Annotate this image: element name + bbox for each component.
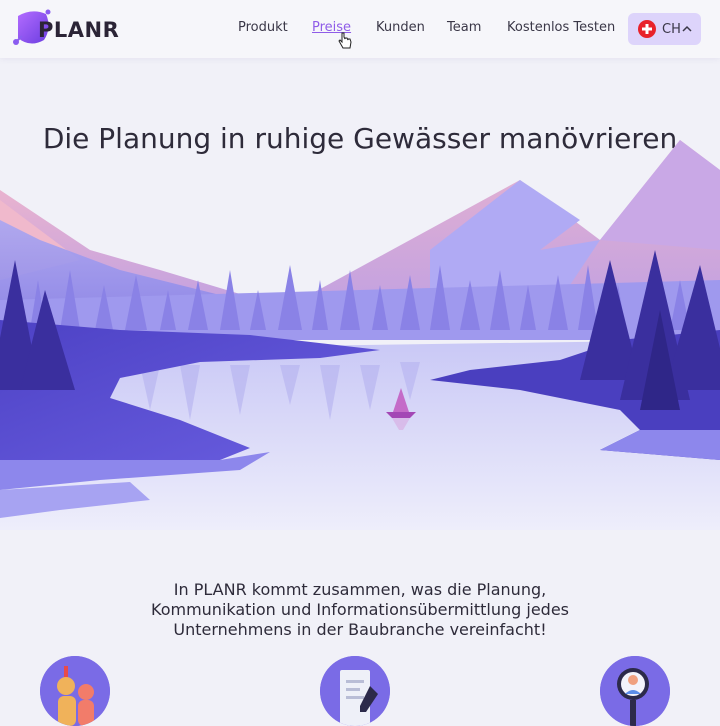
planr-logo[interactable]: PLANR	[8, 4, 119, 52]
team-people-icon	[40, 656, 110, 726]
nav-kunden[interactable]: Kunden	[376, 20, 425, 35]
swiss-flag-icon	[638, 20, 656, 38]
country-label: CH	[662, 22, 681, 37]
chevron-up-icon	[682, 25, 692, 32]
country-selector[interactable]: CH	[628, 13, 701, 45]
hand-cursor-icon	[338, 32, 352, 49]
magnifier-person-icon	[600, 656, 670, 726]
tagline: In PLANR kommt zusammen, was die Planung…	[151, 580, 569, 639]
nav-kostenlos-testen[interactable]: Kostenlos Testen	[507, 20, 615, 35]
document-pen-icon	[320, 656, 390, 726]
nav-team[interactable]: Team	[447, 20, 481, 35]
nav-produkt[interactable]: Produkt	[238, 20, 288, 35]
lake-landscape-illustration	[0, 140, 720, 530]
logo-text: PLANR	[38, 18, 120, 42]
top-navigation-bar: PLANR Produkt Preise Kunden Team Kostenl…	[0, 0, 720, 58]
